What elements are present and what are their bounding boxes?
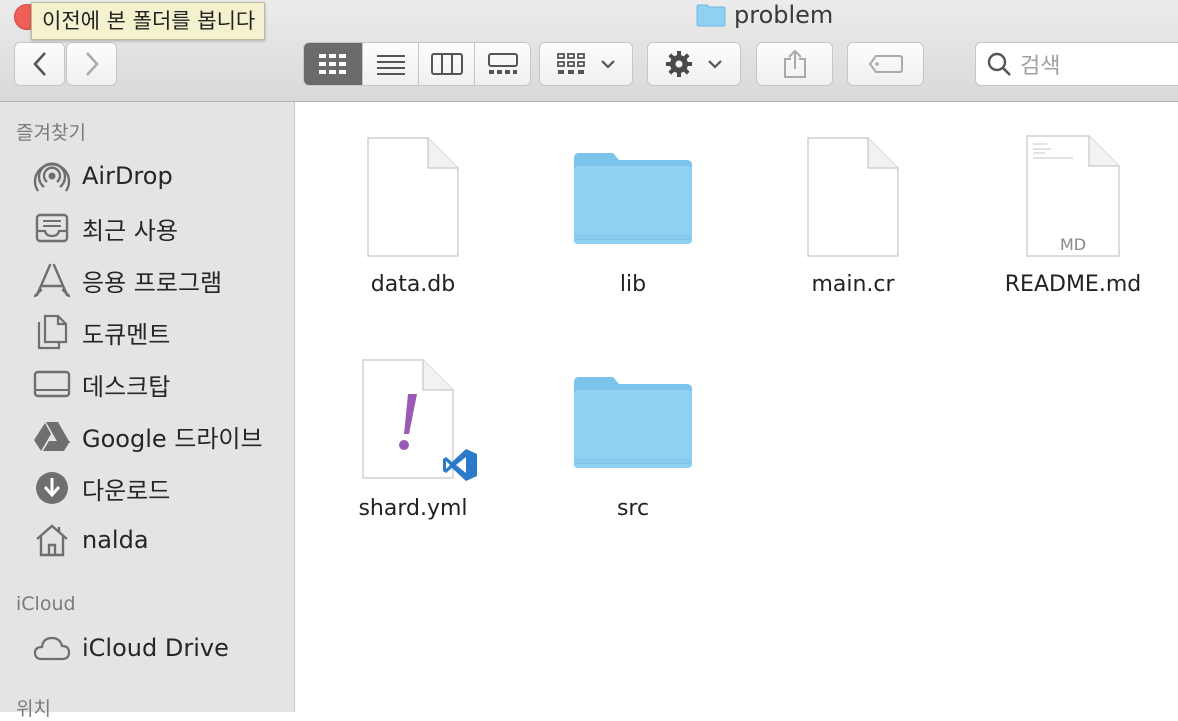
gallery-view-button[interactable]: [474, 43, 530, 85]
sidebar: 즐겨찾기 AirDrop 최근 사용 응용 프로그램 도큐멘트 데스크탑 Goo…: [0, 102, 295, 720]
cloud-icon: [32, 628, 72, 668]
action-menu-button[interactable]: [647, 42, 741, 86]
sidebar-item-downloads[interactable]: 다운로드: [32, 468, 287, 508]
sidebar-item-label: iCloud Drive: [82, 634, 229, 662]
sidebar-item-label: 응용 프로그램: [82, 268, 223, 297]
sidebar-item-icloud-drive[interactable]: iCloud Drive: [32, 628, 287, 668]
sidebar-item-label: Google 드라이브: [82, 424, 263, 453]
file-type-badge: MD: [1059, 235, 1087, 254]
gallery-view-icon: [487, 53, 518, 74]
file-item[interactable]: shard.yml: [318, 342, 508, 521]
list-view-button[interactable]: [362, 43, 418, 85]
toolbar: problem 검색 이전에 본 폴더를 봅니다: [0, 0, 1178, 102]
sidebar-item-label: nalda: [82, 526, 149, 554]
back-button[interactable]: [14, 42, 65, 86]
icon-view-button[interactable]: [304, 43, 362, 85]
sidebar-item-google-drive[interactable]: Google 드라이브: [32, 416, 287, 456]
chevron-down-icon: [601, 60, 615, 69]
locations-section-title: 위치: [16, 698, 51, 720]
sidebar-item-applications[interactable]: 응용 프로그램: [32, 260, 287, 300]
google-drive-icon: [32, 416, 72, 456]
file-name: src: [616, 496, 650, 521]
folder-item[interactable]: src: [538, 342, 728, 521]
favorites-section-title: 즐겨찾기: [16, 122, 86, 144]
applications-icon: [32, 260, 72, 300]
document-icon: [807, 137, 899, 257]
file-item[interactable]: MD README.md: [978, 118, 1168, 297]
group-icon: [557, 53, 585, 74]
folder-icon: [574, 377, 692, 468]
folder-icon: [696, 4, 726, 27]
documents-icon: [32, 312, 72, 352]
sidebar-item-label: 도큐멘트: [82, 320, 171, 349]
file-item[interactable]: main.cr: [758, 118, 948, 297]
chevron-right-icon: [85, 52, 99, 76]
sidebar-item-airdrop[interactable]: AirDrop: [32, 156, 287, 196]
sidebar-item-home[interactable]: nalda: [32, 520, 287, 560]
tag-icon: [868, 55, 903, 73]
file-name: main.cr: [811, 272, 895, 297]
sidebar-item-label: 최근 사용: [82, 216, 178, 245]
search-field[interactable]: 검색: [975, 42, 1178, 86]
document-icon: [367, 137, 459, 257]
share-icon: [783, 49, 806, 78]
home-icon: [32, 520, 72, 560]
file-name: lib: [619, 272, 647, 297]
tags-button[interactable]: [847, 42, 924, 86]
file-item[interactable]: data.db: [318, 118, 508, 297]
sidebar-item-label: 데스크탑: [82, 372, 171, 401]
search-placeholder: 검색: [1020, 54, 1061, 79]
tooltip: 이전에 본 폴더를 봅니다: [31, 2, 265, 40]
folder-item[interactable]: lib: [538, 118, 728, 297]
sidebar-item-documents[interactable]: 도큐멘트: [32, 312, 287, 352]
recents-icon: [32, 208, 72, 248]
column-view-button[interactable]: [418, 43, 474, 85]
chevron-down-icon: [708, 60, 722, 69]
file-name: data.db: [370, 272, 456, 297]
view-mode-segmented-control: [303, 42, 531, 86]
desktop-icon: [32, 364, 72, 404]
window-title-text: problem: [734, 1, 834, 29]
sidebar-item-recents[interactable]: 최근 사용: [32, 208, 287, 248]
file-grid: data.db lib main.cr MD README.md shard.y…: [296, 102, 1178, 712]
airdrop-icon: [32, 156, 72, 196]
downloads-icon: [32, 468, 72, 508]
vscode-icon: [443, 449, 477, 481]
sidebar-item-label: AirDrop: [82, 162, 173, 190]
chevron-left-icon: [32, 52, 46, 76]
window-title: problem: [696, 0, 833, 30]
column-view-icon: [430, 53, 463, 75]
share-button[interactable]: [756, 42, 833, 86]
folder-icon: [574, 153, 692, 244]
gear-icon: [666, 51, 692, 77]
file-name: README.md: [1004, 272, 1142, 297]
icloud-section-title: iCloud: [16, 593, 76, 615]
search-icon: [987, 52, 1011, 76]
file-name: shard.yml: [358, 496, 468, 521]
sidebar-item-desktop[interactable]: 데스크탑: [32, 364, 287, 404]
list-view-icon: [376, 55, 405, 75]
group-by-button[interactable]: [539, 42, 633, 86]
sidebar-item-label: 다운로드: [82, 476, 171, 505]
icon-view-icon: [319, 54, 346, 74]
forward-button[interactable]: [66, 42, 117, 86]
